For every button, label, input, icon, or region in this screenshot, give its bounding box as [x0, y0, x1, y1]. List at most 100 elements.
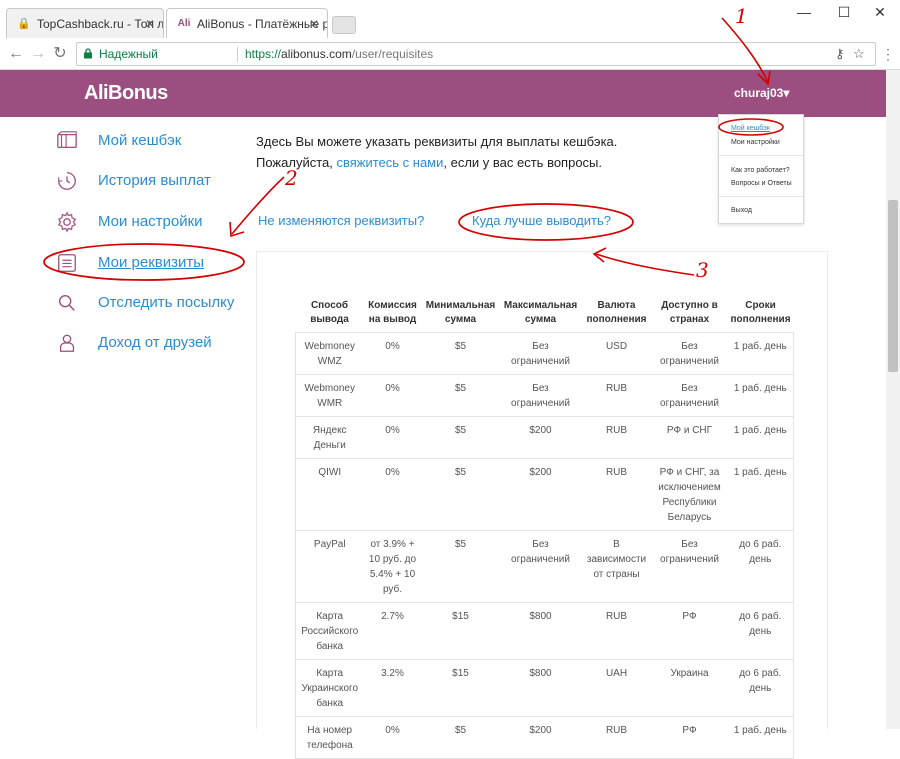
url-scheme: https:// — [245, 47, 282, 61]
sidebar-item-payout-history[interactable]: История выплат — [98, 172, 211, 189]
tab-topcashback[interactable]: 🔒 TopCashback.ru - Топ лу ✕ — [6, 8, 164, 38]
person-icon — [59, 334, 75, 352]
table-cell: 0% — [363, 416, 422, 459]
table-cell: до 6 раб. день — [727, 659, 795, 717]
back-icon[interactable]: ← — [6, 44, 26, 64]
requisites-unchanged-link[interactable]: Не изменяются реквизиты? — [258, 213, 424, 228]
best-payout-method-link[interactable]: Куда лучше выводить? — [472, 213, 611, 228]
table-cell: от 3.9% + 10 руб. до 5.4% + 10 руб. — [363, 530, 422, 603]
table-cell: 1 раб. день — [727, 716, 795, 759]
table-cell: 3.2% — [363, 659, 422, 717]
table-cell: UAH — [581, 659, 652, 717]
url-text: https://alibonus.com/user/requisites — [245, 47, 433, 61]
table-cell: РФ и СНГ, за исключением Республики Бела… — [651, 458, 728, 531]
dropdown-item-how-it-works[interactable]: Как это работает? — [731, 167, 790, 174]
table-cell: $15 — [421, 602, 500, 660]
secure-lock-icon — [84, 48, 92, 59]
table-cell: 0% — [363, 374, 422, 417]
table-header-cell: Валюта пополнения — [581, 293, 652, 333]
table-cell: РФ и СНГ — [651, 416, 728, 459]
divider — [719, 196, 803, 197]
table-cell: $5 — [421, 374, 500, 417]
clock-icon — [58, 172, 76, 190]
table-cell: до 6 раб. день — [727, 602, 795, 660]
star-icon[interactable]: ☆ — [853, 46, 865, 62]
table-header-row: Способ вывода Комиссия на вывод Минимальна… — [295, 293, 794, 333]
url-field[interactable]: Надежный https://alibonus.com/user/requi… — [76, 42, 876, 66]
forward-icon[interactable]: → — [28, 44, 48, 64]
table-header-cell: Способ вывода — [295, 293, 364, 333]
table-row: Карта Украинского банка 3.2% $15 $800 UAH Укр… — [295, 659, 795, 717]
table-cell: до 6 раб. день — [727, 530, 795, 603]
sidebar-item-my-cashback[interactable]: Мой кешбэк — [98, 132, 181, 149]
table-row: PayPal от 3.9% + 10 руб. до 5.4% + 10 руб… — [295, 530, 795, 603]
key-icon[interactable]: ⚷ — [835, 46, 845, 62]
table-cell: Яндекс Деньги — [295, 416, 364, 459]
minimize-icon[interactable]: — — [784, 2, 824, 22]
table-cell: PayPal — [295, 530, 364, 603]
menu-kebab-icon[interactable]: ⋮ — [878, 44, 898, 64]
url-path: /user/requisites — [351, 47, 434, 61]
annotation-arrowhead-2 — [229, 221, 245, 238]
table-row: На номер телефона 0% $5 $200 RUB РФ 1 раб. ден… — [295, 716, 795, 759]
new-tab-button[interactable] — [332, 16, 356, 34]
table-cell: 0% — [363, 332, 422, 375]
table-cell: На номер телефона — [295, 716, 364, 759]
table-body: Webmoney WMZ 0% $5 Без ограничений USD Без ог… — [295, 332, 795, 759]
dropdown-item-faq[interactable]: Вопросы и Ответы — [731, 180, 792, 187]
sidebar-item-settings[interactable]: Мои настройки — [98, 213, 203, 230]
table-cell: Без ограничений — [499, 530, 582, 603]
table-cell: РФ — [651, 716, 728, 759]
intro-text: , если у вас есть вопросы. — [443, 155, 603, 170]
user-dropdown-menu: Мой кешбэк Мои настройки Как это работае… — [718, 114, 804, 224]
dropdown-item-my-cashback[interactable]: Мой кешбэк — [731, 125, 770, 132]
contact-us-link[interactable]: свяжитесь с нами — [336, 155, 443, 170]
table-cell: В зависимости от страны — [581, 530, 652, 603]
table-cell: $800 — [499, 602, 582, 660]
scrollbar-thumb[interactable] — [888, 200, 898, 372]
annotation-number-1: 1 — [735, 4, 748, 28]
table-cell: Webmoney WMR — [295, 374, 364, 417]
table-cell: РФ — [651, 602, 728, 660]
reload-icon[interactable]: ↻ — [50, 44, 70, 64]
table-cell: $800 — [499, 659, 582, 717]
table-cell: RUB — [581, 374, 652, 417]
table-cell: 0% — [363, 458, 422, 531]
sidebar-item-track-parcel[interactable]: Отследить посылку — [98, 294, 234, 311]
address-bar: ← → ↻ Надежный https://alibonus.com/user… — [0, 38, 900, 70]
table-cell: 1 раб. день — [727, 458, 795, 531]
table-header-cell: Максимальная сумма — [499, 293, 582, 333]
table-cell: Украина — [651, 659, 728, 717]
dropdown-item-logout[interactable]: Выход — [731, 207, 752, 214]
lock-favicon-icon: 🔒 — [17, 18, 31, 30]
table-cell: USD — [581, 332, 652, 375]
maximize-icon[interactable]: ☐ — [824, 2, 864, 22]
site-header: AliBonus churaj03▾ — [0, 70, 886, 117]
sidebar-item-referral-income[interactable]: Доход от друзей — [98, 334, 212, 351]
close-icon[interactable]: ✕ — [145, 9, 155, 38]
table-cell: $5 — [421, 458, 500, 531]
table-cell: 1 раб. день — [727, 416, 795, 459]
dropdown-item-settings[interactable]: Мои настройки — [731, 139, 780, 146]
user-menu-toggle[interactable]: churaj03▾ — [734, 86, 789, 100]
wallet-icon — [57, 131, 77, 149]
annotation-number-3: 3 — [696, 258, 709, 282]
table-header-cell: Сроки пополнения — [727, 293, 794, 333]
table-cell: $200 — [499, 716, 582, 759]
window-close-icon[interactable]: ✕ — [860, 2, 900, 22]
table-cell: $200 — [499, 416, 582, 459]
tab-alibonus[interactable]: Ali AliBonus - Платёжные р ✕ — [166, 8, 328, 38]
table-cell: Без ограничений — [651, 332, 728, 375]
url-host: alibonus.com — [281, 47, 352, 61]
close-icon[interactable]: ✕ — [309, 9, 319, 38]
table-cell: 0% — [363, 716, 422, 759]
sidebar-item-requisites[interactable]: Мои реквизиты — [98, 254, 204, 271]
payout-methods-table: Способ вывода Комиссия на вывод Минимальна… — [295, 293, 795, 759]
table-cell: RUB — [581, 716, 652, 759]
table-cell: RUB — [581, 416, 652, 459]
table-cell: $5 — [421, 416, 500, 459]
table-cell: $5 — [421, 332, 500, 375]
scrollbar-track[interactable] — [886, 70, 900, 729]
table-header-cell: Комиссия на вывод — [363, 293, 422, 333]
site-logo[interactable]: AliBonus — [84, 82, 168, 105]
